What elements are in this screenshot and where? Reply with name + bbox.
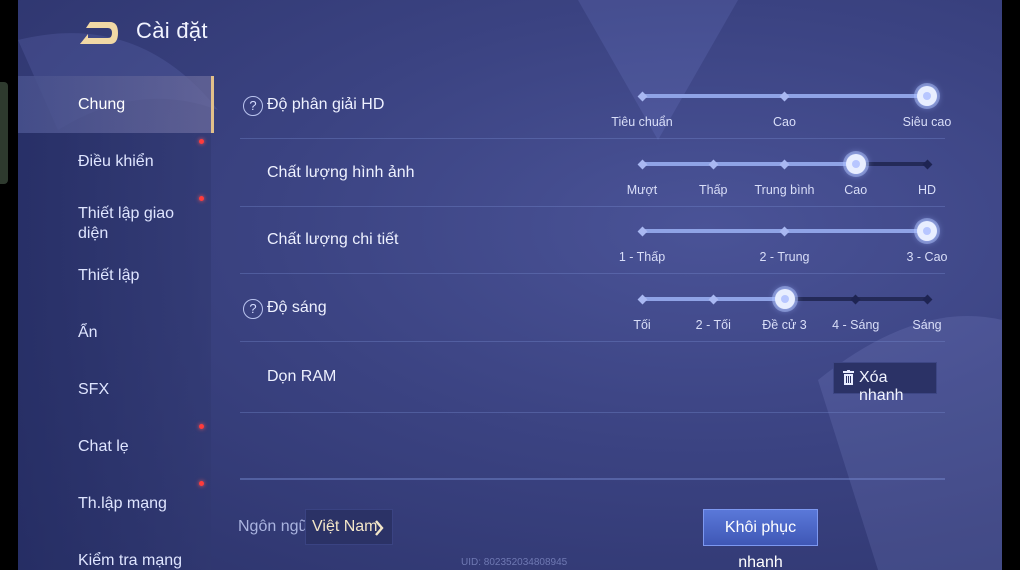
sidebar-item-label: Chung <box>78 96 126 113</box>
slider-node <box>922 294 932 304</box>
language-label: Ngôn ngữ <box>238 518 310 535</box>
slider-knob[interactable] <box>917 86 937 106</box>
setting-slider[interactable]: 1 - Thấp 2 - Trung 3 - Cao <box>619 219 948 279</box>
slider-track-filled <box>642 162 856 166</box>
slider-option-label: Mượt <box>626 183 658 197</box>
language-selector[interactable]: Việt Nam <box>305 509 393 545</box>
slider-option-label: Thấp <box>699 183 728 197</box>
sidebar-item-label: Th.lập mạng <box>78 495 167 512</box>
row-divider <box>240 138 945 139</box>
row-divider <box>240 412 945 413</box>
slider-knob[interactable] <box>917 221 937 241</box>
slider-node <box>637 226 647 236</box>
slider-option-label: Tối <box>633 318 651 332</box>
uid-text: UID: 802352034808945 <box>461 557 568 568</box>
setting-label: Chất lượng chi tiết <box>267 231 399 248</box>
sidebar-item[interactable]: Kiểm tra mạng <box>18 532 211 570</box>
sidebar-item[interactable]: Chung <box>18 76 214 133</box>
ram-row: Dọn RAM Xóa nhanh <box>240 346 945 413</box>
help-icon[interactable]: ? <box>243 299 263 319</box>
sidebar-item-label: Điều khiển <box>78 153 154 170</box>
setting-label: Độ phân giải HD <box>267 96 385 113</box>
slider-option-label: Siêu cao <box>902 115 952 129</box>
trash-icon <box>843 370 854 385</box>
notification-badge <box>199 196 204 201</box>
sidebar-item-label: Chat lẹ <box>78 438 129 455</box>
slider-node <box>708 159 719 169</box>
screen-edge-tab <box>0 82 8 184</box>
sidebar-item[interactable]: Thiết lập giao diện <box>18 190 211 247</box>
footer-divider <box>240 478 945 480</box>
language-value: Việt Nam <box>312 518 378 535</box>
quick-clear-button[interactable]: Xóa nhanh <box>833 362 937 404</box>
slider-node <box>637 294 647 304</box>
row-divider <box>240 273 945 274</box>
slider-node <box>708 294 719 304</box>
sidebar-item[interactable]: Thiết lập <box>18 247 211 304</box>
setting-slider[interactable]: Tối 2 - Tối Đề cử 3 4 - Sáng Sáng <box>633 287 942 347</box>
page-title: Cài đặt <box>136 18 208 43</box>
slider-option-label: 4 - Sáng <box>832 318 880 332</box>
setting-row: ? Độ sáng Tối 2 - Tối Đề cử 3 4 - Sáng Sáng <box>240 275 945 342</box>
quick-clear-label: Xóa nhanh <box>859 369 904 404</box>
chevron-right-icon <box>375 520 384 536</box>
row-divider <box>240 341 945 342</box>
slider-track-empty <box>855 162 927 166</box>
sidebar-item-label: Thiết lập <box>78 267 140 284</box>
slider-option-label: Cao <box>844 183 868 197</box>
slider-knob[interactable] <box>774 289 795 309</box>
help-icon[interactable]: ? <box>243 96 263 116</box>
sidebar-item-label: Thiết lập giao diện <box>78 205 175 242</box>
slider-node <box>637 91 647 101</box>
slider-option-label: 1 - Thấp <box>618 250 666 264</box>
slider-option-label: Sáng <box>912 318 942 332</box>
ram-label: Dọn RAM <box>267 368 337 385</box>
back-arrow-icon[interactable] <box>76 18 120 48</box>
settings-panel: Cài đặt Chung Điều khiển Thiết lập giao di… <box>18 0 1002 570</box>
slider-option-label: 3 - Cao <box>906 250 948 264</box>
setting-label: Chất lượng hình ảnh <box>267 164 415 181</box>
sidebar-item-label: Ẩn <box>78 324 98 341</box>
sidebar-item[interactable]: Điều khiển <box>18 133 211 190</box>
header-bar: Cài đặt <box>18 0 1002 70</box>
slider-node <box>779 159 790 169</box>
slider-option-label: Cao <box>773 115 796 129</box>
slider-option-label: Tiêu chuẩn <box>611 115 673 129</box>
slider-option-label: 2 - Tối <box>695 318 731 332</box>
slider-option-label: Đề cử 3 <box>762 318 807 332</box>
sidebar-item-label: Kiểm tra mạng <box>78 552 183 569</box>
setting-row: Chất lượng hình ảnh Mượt Thấp Trung bình Cao… <box>240 140 945 207</box>
slider-option-label: 2 - Trung <box>759 250 810 264</box>
slider-knob[interactable] <box>845 154 866 174</box>
sidebar-item[interactable]: SFX <box>18 361 211 418</box>
setting-slider[interactable]: Tiêu chuẩn Cao Siêu cao <box>611 84 951 144</box>
setting-slider[interactable]: Mượt Thấp Trung bình Cao HD <box>627 152 936 212</box>
sidebar-item[interactable]: Chat lẹ <box>18 418 211 475</box>
setting-row: Chất lượng chi tiết 1 - Thấp 2 - Trung 3 - … <box>240 207 948 274</box>
sidebar-item[interactable]: Ẩn <box>18 304 211 361</box>
sidebar-item[interactable]: Th.lập mạng <box>18 475 211 532</box>
slider-node <box>779 226 790 236</box>
slider-node <box>779 91 790 101</box>
slider-option-label: HD <box>917 183 937 197</box>
setting-label: Độ sáng <box>267 299 327 316</box>
notification-badge <box>199 481 204 486</box>
sidebar-item-label: SFX <box>78 381 110 398</box>
slider-option-label: Trung bình <box>754 183 815 197</box>
sidebar: Chung Điều khiển Thiết lập giao diện Thiết … <box>18 76 214 570</box>
setting-row: ? Độ phân giải HD Tiêu chuẩn Cao Siêu cao <box>240 72 951 139</box>
slider-node <box>637 159 647 169</box>
quick-restore-button[interactable]: Khôi phục nhanh <box>703 509 818 570</box>
slider-node <box>850 294 861 304</box>
notification-badge <box>199 424 204 429</box>
notification-badge <box>199 139 204 144</box>
slider-node <box>922 159 932 169</box>
